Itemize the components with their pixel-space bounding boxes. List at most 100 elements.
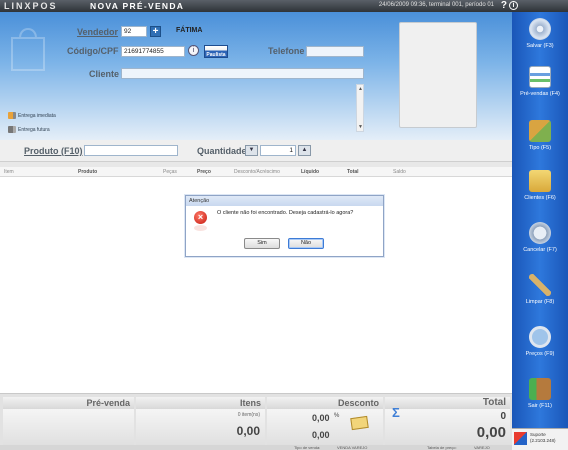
price-magnifier-icon	[529, 326, 551, 348]
broom-icon	[529, 274, 551, 296]
total-value: 0,00	[476, 424, 506, 441]
clientes-button[interactable]: Clientes (F6)	[512, 170, 568, 201]
no-button[interactable]: Não	[288, 238, 324, 249]
col-preco[interactable]: Preço	[197, 169, 211, 175]
total-label: Total	[385, 397, 510, 409]
tipo-venda-value: VENDA VAREJO	[337, 445, 368, 450]
col-liquido[interactable]: Líquido	[301, 169, 319, 175]
itens-value: 0,00	[236, 424, 260, 438]
entrega-futura-option[interactable]: Entrega futura	[8, 126, 50, 133]
itens-count: 0 item(ns)	[237, 412, 260, 418]
sair-label: Sair (F11)	[527, 403, 553, 409]
cancelar-button[interactable]: Cancelar (F7)	[512, 222, 568, 253]
tabela-preco-value: VAREJO	[474, 445, 490, 450]
delivery-truck-icon	[8, 126, 16, 133]
error-icon: ×	[194, 211, 207, 224]
total-box: Total 0 0,00	[385, 397, 510, 445]
sair-button[interactable]: Sair (F11)	[512, 378, 568, 409]
telefone-input[interactable]	[306, 46, 364, 57]
vendedor-input[interactable]: 92	[121, 26, 147, 37]
help-icon[interactable]: ?	[501, 0, 507, 11]
col-desconto-acrescimo[interactable]: Desconto/Acréscimo	[234, 169, 280, 175]
support-footer[interactable]: Suporte (2.2103.248)	[512, 428, 568, 450]
discount-coupon-icon[interactable]	[350, 415, 369, 431]
codigo-cpf-input[interactable]: 21691774855	[121, 46, 185, 57]
items-grid-header: Item Produto Peças Preço Desconto/Acrésc…	[0, 167, 512, 177]
tipo-button[interactable]: Tipo (F5)	[512, 120, 568, 151]
prevendas-button[interactable]: Pré-vendas (F4)	[512, 66, 568, 97]
vendedor-name: FÁTIMA	[176, 27, 203, 34]
entrega-imediata-label: Entrega imediata	[18, 112, 56, 119]
limpar-label: Limpar (F8)	[525, 299, 555, 305]
salvar-button[interactable]: Salvar (F3)	[512, 18, 568, 49]
limpar-button[interactable]: Limpar (F8)	[512, 274, 568, 305]
cliente-input[interactable]	[121, 68, 364, 79]
app-logo: LINXPOS	[4, 1, 58, 11]
itens-box: Itens 0 item(ns) 0,00	[136, 397, 265, 445]
quantidade-input[interactable]: 1	[260, 145, 296, 156]
prevenda-label: Pré-venda	[3, 397, 134, 409]
truck-icon	[8, 112, 16, 119]
error-icon-reflection	[194, 225, 207, 231]
entrega-imediata-option[interactable]: Entrega imediata	[8, 112, 56, 119]
salvar-label: Salvar (F3)	[526, 43, 554, 49]
cancel-icon	[529, 222, 551, 244]
tipo-venda-label: Tipo de venda:	[294, 445, 321, 450]
dialog-title: Atenção	[186, 196, 383, 206]
session-info: 24/06/2009 09:36, terminal 001, período …	[378, 2, 494, 8]
produto-input[interactable]	[84, 145, 178, 156]
col-produto[interactable]: Produto	[78, 169, 97, 175]
product-entry-bar: Produto (F10) Quantidade ▼ 1 ▲	[0, 140, 512, 162]
cliente-label: Cliente	[89, 69, 120, 79]
customer-panel: Vendedor 92 + FÁTIMA Código/CPF 21691774…	[0, 12, 512, 140]
total-qty: 0	[500, 411, 506, 422]
clients-folder-icon	[529, 170, 551, 192]
cancelar-label: Cancelar (F7)	[523, 247, 557, 253]
itens-label: Itens	[136, 397, 265, 409]
customer-photo	[399, 22, 477, 128]
exit-door-icon	[529, 378, 551, 400]
dialog-message: O cliente não foi encontrado. Deseja cad…	[217, 210, 354, 216]
col-item[interactable]: Item	[4, 169, 14, 175]
precos-label: Preços (F9)	[525, 351, 555, 357]
clientes-label: Clientes (F6)	[524, 195, 556, 201]
status-bar: Tipo de venda: VENDA VAREJO Tabela de pr…	[0, 445, 512, 450]
nota-paulista-logo[interactable]: Paulista	[204, 45, 228, 58]
codigo-cpf-label: Código/CPF	[67, 46, 119, 56]
quantidade-label: Quantidade	[197, 146, 247, 156]
col-saldo[interactable]: Saldo	[393, 169, 406, 175]
col-pecas[interactable]: Peças	[163, 169, 177, 175]
col-total[interactable]: Total	[347, 169, 359, 175]
yes-button[interactable]: Sim	[244, 238, 280, 249]
tipo-label: Tipo (F5)	[528, 145, 552, 151]
title-bar: LINXPOS Nova pré-venda 24/06/2009 09:36,…	[0, 0, 568, 12]
scroll-down-icon[interactable]: ▼	[358, 124, 363, 130]
prevenda-box: Pré-venda	[3, 397, 134, 445]
sigma-icon: Σ	[392, 405, 400, 420]
vendedor-label: Vendedor	[77, 27, 119, 37]
action-sidebar: Salvar (F3) Pré-vendas (F4) Tipo (F5) Cl…	[512, 12, 568, 450]
tabela-preco-label: Tabela de preço:	[427, 445, 457, 450]
totals-panel: Pré-venda Itens 0 item(ns) 0,00 Desconto…	[0, 393, 512, 445]
desconto-percent-sign: %	[334, 413, 340, 419]
info-icon[interactable]: i	[509, 1, 518, 10]
support-logo-icon	[514, 432, 527, 445]
desconto-value-2: 0,00	[312, 430, 330, 440]
telefone-label: Telefone	[268, 46, 305, 56]
gift-bag-icon	[11, 28, 45, 71]
desconto-value: 0,00	[312, 413, 330, 423]
add-vendedor-button[interactable]: +	[150, 26, 161, 37]
quantity-increase-button[interactable]: ▲	[298, 145, 311, 156]
type-icon	[529, 120, 551, 142]
customer-info-icon[interactable]: i	[188, 45, 199, 56]
produto-label: Produto (F10)	[24, 146, 83, 156]
scroll-up-icon[interactable]: ▲	[358, 86, 363, 92]
address-scrollbar[interactable]: ▲ ▼	[356, 84, 364, 132]
precos-button[interactable]: Preços (F9)	[512, 326, 568, 357]
presales-list-icon	[529, 66, 551, 88]
window-title: Nova pré-venda	[90, 1, 185, 11]
quantity-decrease-button[interactable]: ▼	[245, 145, 258, 156]
save-disc-icon	[529, 18, 551, 40]
entrega-futura-label: Entrega futura	[18, 126, 50, 133]
customer-not-found-dialog: Atenção × O cliente não foi encontrado. …	[185, 195, 384, 257]
